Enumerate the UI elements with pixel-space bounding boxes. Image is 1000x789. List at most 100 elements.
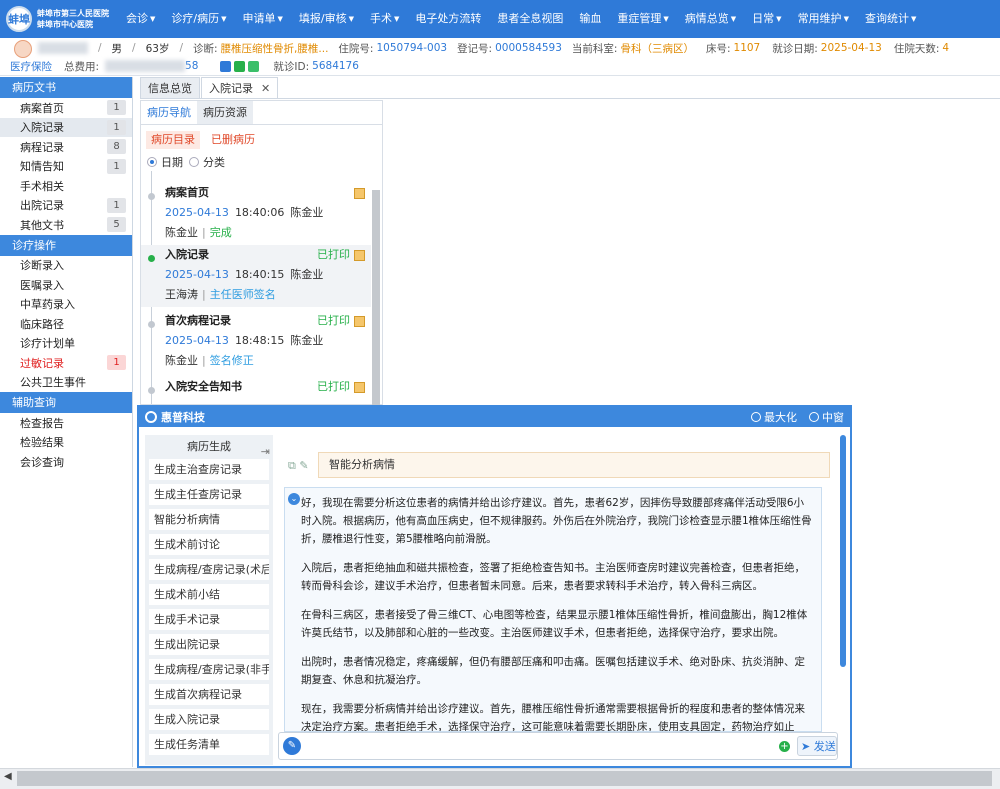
generator-title: 病历生成: [187, 440, 231, 453]
menu-item[interactable]: 重症管理 ▼: [609, 0, 676, 38]
tab-admission-record[interactable]: 入院记录 ✕: [201, 77, 279, 99]
generator-button[interactable]: 生成病程/查房记录(非手术): [149, 659, 269, 680]
count-badge: 1: [107, 158, 126, 174]
sidebar-item[interactable]: 手术相关: [0, 176, 132, 196]
sidebar-item[interactable]: 过敏记录 1: [0, 353, 132, 373]
sidebar-item[interactable]: 入院记录 1: [0, 117, 132, 137]
tab-record-navigation[interactable]: 病历导航: [141, 101, 197, 124]
hospital-emblem-icon: 蚌埠: [6, 6, 32, 32]
sidebar-item[interactable]: 出院记录 1: [0, 196, 132, 216]
edit-record-icon[interactable]: [354, 187, 365, 199]
records-scrollbar[interactable]: [372, 190, 380, 405]
divider: |: [202, 288, 206, 301]
sort-by-date-radio[interactable]: [147, 157, 157, 167]
generator-button[interactable]: 生成出院记录: [149, 634, 269, 655]
generator-button[interactable]: 生成入院记录: [149, 709, 269, 730]
sidebar-item[interactable]: 中草药录入: [0, 295, 132, 315]
count-badge: 1: [107, 119, 126, 135]
record-entry[interactable]: 病案首页 2025-04-13 18:40:06 陈金业 陈金业 | 完成: [141, 183, 371, 245]
add-attachment-icon[interactable]: +: [779, 741, 790, 752]
generator-button[interactable]: 生成术前讨论: [149, 534, 269, 555]
generator-button[interactable]: 智能分析病情: [149, 509, 269, 530]
generator-button[interactable]: 生成主任查房记录: [149, 484, 269, 505]
registration-number: 0000584593: [495, 42, 562, 54]
record-entry[interactable]: 入院安全告知书 已打印: [141, 377, 371, 404]
menu-item[interactable]: 电子处方流转: [407, 0, 489, 38]
edit-record-icon[interactable]: [354, 315, 365, 327]
scroll-left-icon[interactable]: ◀: [4, 771, 12, 782]
menu-item[interactable]: 常用维护 ▼: [790, 0, 857, 38]
record-entry[interactable]: 首次病程记录 已打印 2025-04-13 18:48:15 陈金业 陈金业 | 签名修正: [141, 311, 371, 373]
horizontal-scrollbar[interactable]: ◀: [0, 768, 1000, 789]
record-status: 主任医师签名: [209, 288, 276, 301]
sidebar-item[interactable]: 检验结果: [0, 433, 132, 453]
medium-window-button[interactable]: 中窗: [809, 409, 844, 425]
id-card-icon[interactable]: [220, 60, 232, 72]
sidebar-item[interactable]: 医嘱录入: [0, 275, 132, 295]
generator-button[interactable]: 生成手术记录: [149, 609, 269, 630]
ai-scrollbar[interactable]: [840, 435, 846, 667]
sidebar-item[interactable]: 会诊查询: [0, 452, 132, 472]
sidebar-item[interactable]: 诊疗计划单: [0, 334, 132, 354]
record-icon[interactable]: [248, 60, 260, 72]
visit-id: 5684176: [312, 60, 359, 72]
menu-item[interactable]: 申请单 ▼: [235, 0, 291, 38]
sidebar-item[interactable]: 检查报告: [0, 413, 132, 433]
timeline-dot-icon: [148, 255, 155, 262]
insurance-card-icon[interactable]: [234, 60, 246, 72]
menu-item[interactable]: 输血: [571, 0, 609, 38]
close-icon[interactable]: ✕: [261, 82, 270, 95]
menu-item[interactable]: 会诊 ▼: [118, 0, 163, 38]
record-actions: 已打印: [317, 245, 365, 265]
maximize-button[interactable]: 最大化: [751, 409, 797, 425]
sidebar-section-header[interactable]: 病历文书: [0, 77, 132, 98]
answer-paragraph: 现在，我需要分析病情并给出诊疗建议。首先，腰椎压缩性骨折通常需要根据骨折的程度和…: [301, 703, 805, 732]
sort-by-date-label: 日期: [161, 156, 183, 169]
exit-icon[interactable]: ⇥: [261, 440, 270, 464]
sidebar-item[interactable]: 病程记录 8: [0, 137, 132, 157]
sidebar-section-header[interactable]: 辅助查询: [0, 392, 132, 413]
deleted-records-button[interactable]: 已删病历: [206, 131, 260, 149]
generator-button[interactable]: 生成术前小结: [149, 584, 269, 605]
generator-button[interactable]: 生成病程/查房记录(术后): [149, 559, 269, 580]
voice-input-icon[interactable]: ✎: [283, 737, 301, 755]
patient-diagnosis[interactable]: 腰椎压缩性骨折,腰椎...: [221, 41, 329, 56]
sidebar-item[interactable]: 病案首页 1: [0, 98, 132, 118]
sidebar-item[interactable]: 知情告知 1: [0, 157, 132, 177]
generator-button[interactable]: 生成任务清单: [149, 734, 269, 755]
menu-item[interactable]: 病情总览 ▼: [677, 0, 744, 38]
menu-item[interactable]: 手术 ▼: [362, 0, 407, 38]
menu-item[interactable]: 查询统计 ▼: [857, 0, 924, 38]
tab-record-resources[interactable]: 病历资源: [197, 101, 253, 124]
chat-input-bar: ✎ + ➤ 发送: [278, 732, 838, 760]
copy-edit-icons[interactable]: ⧉ ✎: [288, 459, 309, 473]
scrollbar-thumb[interactable]: [17, 771, 992, 786]
menu-item-label: 查询统计: [864, 12, 909, 25]
collapse-icon[interactable]: ⌄: [288, 493, 300, 505]
sidebar-item-label: 检查报告: [20, 416, 64, 430]
record-catalog-button[interactable]: 病历目录: [146, 131, 200, 149]
sidebar-item[interactable]: 公共卫生事件: [0, 373, 132, 393]
record-title-row: 病案首页: [165, 183, 365, 203]
edit-record-icon[interactable]: [354, 381, 365, 393]
menu-item-label: 填报/审核: [298, 12, 347, 25]
sidebar-item[interactable]: 其他文书 5: [0, 215, 132, 235]
sidebar-item[interactable]: 诊断录入: [0, 256, 132, 276]
sidebar-section-header[interactable]: 诊疗操作: [0, 234, 132, 256]
timeline-dot-icon: [148, 387, 155, 394]
generator-button[interactable]: 生成主治查房记录: [149, 459, 269, 480]
generator-button[interactable]: 生成首次病程记录: [149, 684, 269, 705]
record-entry[interactable]: 入院记录 已打印 2025-04-13 18:40:15 陈金业 王海涛 | 主任医师签名: [141, 245, 371, 307]
tab-overview[interactable]: 信息总览: [140, 77, 200, 99]
menu-item[interactable]: 患者全息视图: [489, 0, 571, 38]
menu-item[interactable]: 诊疗/病历 ▼: [163, 0, 234, 38]
edit-record-icon[interactable]: [354, 249, 365, 261]
sidebar-item[interactable]: 临床路径: [0, 314, 132, 334]
chat-input[interactable]: [307, 737, 772, 755]
sort-by-category-radio[interactable]: [189, 157, 199, 167]
send-button[interactable]: ➤ 发送: [797, 736, 837, 756]
app-window: 蚌埠 蚌埠市第三人民医院 蚌埠市中心医院 会诊 ▼ 诊疗/病历 ▼ 申请单 ▼ 填报/审核 ▼…: [0, 0, 1000, 789]
record-status: 签名修正: [209, 354, 254, 367]
menu-item[interactable]: 日常 ▼: [744, 0, 789, 38]
menu-item[interactable]: 填报/审核 ▼: [291, 0, 362, 38]
